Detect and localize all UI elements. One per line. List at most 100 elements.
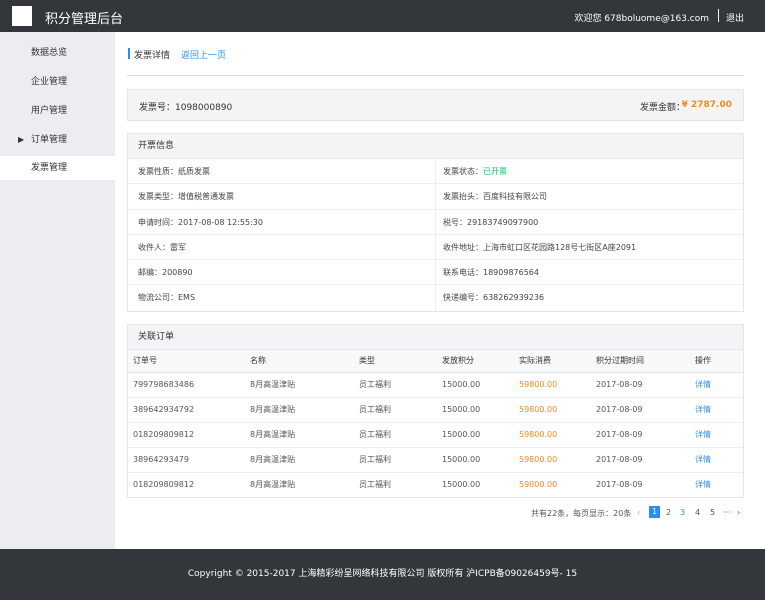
name-cell: 8月高温津贴 [245, 372, 354, 398]
sidebar-item-companies[interactable]: 企业管理 [0, 70, 115, 94]
spend-cell: 59800.00 [519, 480, 558, 490]
header-divider [718, 9, 719, 22]
logout-link[interactable]: 退出 [726, 11, 744, 24]
info-field: 收件人：雷军 [138, 242, 186, 252]
info-field: 邮编：200890 [138, 268, 193, 278]
table-row: 389642934792 8月高温津贴 员工福利 15000.00 59800.00 20… [128, 397, 743, 423]
page-1-button[interactable]: 1 [649, 506, 660, 518]
points-cell: 15000.00 [442, 480, 481, 490]
detail-link[interactable]: 详情 [690, 422, 743, 448]
status-value: 已开票 [483, 167, 507, 176]
sidebar-item-invoices[interactable]: 发票管理 [0, 156, 115, 180]
pagination-summary: 共有22条，每页显示：20条 [531, 509, 632, 518]
column-header: 名称 [245, 350, 354, 373]
order-id-cell: 389642934792 [128, 397, 245, 423]
info-field: 收件地址：上海市虹口区花园路128号七街区A座2091 [443, 242, 637, 252]
info-field: 税号：29183749097900 [443, 217, 539, 227]
invoice-number: 发票号：1098000890 [139, 103, 233, 113]
page-4-button[interactable]: 4 [695, 508, 700, 517]
spend-cell: 59800.00 [514, 397, 591, 423]
welcome-text: 欢迎您 678boluome@163.com [574, 14, 709, 24]
type-cell: 员工福利 [359, 480, 391, 490]
detail-link[interactable]: 详情 [690, 447, 743, 473]
points-cell: 15000.00 [437, 447, 514, 473]
pagination-ellipsis: ··· [723, 508, 731, 517]
column-divider [435, 285, 436, 311]
breadcrumb-marker [128, 48, 130, 59]
info-row: 物流公司：EMS 快递编号：638262939236 [128, 285, 743, 311]
table-row: 018209809812 8月高温津贴 员工福利 15000.00 59800.00 20… [128, 422, 743, 448]
logo [12, 6, 32, 26]
info-field: 物流公司：EMS [138, 293, 196, 303]
points-cell: 15000.00 [437, 372, 514, 398]
column-header: 订单号 [128, 350, 245, 373]
table-row: 799798683486 8月高温津贴 员工福利 15000.00 59800.00 20… [128, 372, 743, 398]
order-id-cell: 018209809812 [128, 422, 245, 448]
caret-right-icon: ▶ [18, 135, 25, 144]
type-cell: 员工福利 [354, 372, 437, 398]
main-content: 发票详情 返回上一页 发票号：1098000890 发票金额： ¥ 2787.0… [115, 32, 765, 549]
invoice-amount: ¥ 2787.00 [681, 100, 732, 110]
invoice-amount-label: 发票金额： [639, 103, 685, 113]
top-bar: 积分管理后台 欢迎您 678boluome@163.com 退出 [0, 0, 765, 32]
sidebar-item-orders[interactable]: ▶ 订单管理 [0, 128, 115, 152]
column-divider [435, 184, 436, 209]
info-field: 发票抬头：百度科技有限公司 [443, 192, 547, 202]
expiry-cell: 2017-08-09 [591, 372, 690, 398]
footer: Copyright © 2015-2017 上海精彩纷呈网络科技有限公司 版权所… [0, 549, 765, 600]
sidebar-item-overview[interactable]: 数据总览 [0, 41, 115, 65]
info-field: 联系电话：18909876564 [443, 268, 539, 278]
back-link[interactable]: 返回上一页 [181, 48, 226, 61]
table-row: 38964293479 8月高温津贴 员工福利 15000.00 59800.00 201… [128, 447, 743, 473]
sidebar-item-label: 订单管理 [31, 135, 68, 145]
orders-table: 订单号 名称 类型 发放积分 实际消费 积分过期时间 操作 7997986834… [128, 350, 743, 497]
sidebar: 数据总览 企业管理 用户管理 ▶ 订单管理 发票管理 [0, 32, 115, 549]
page-5-button[interactable]: 5 [710, 508, 715, 517]
sidebar-item-users[interactable]: 用户管理 [0, 99, 115, 123]
expiry-cell: 2017-08-09 [591, 422, 690, 448]
column-header: 操作 [690, 350, 743, 373]
info-label: 发票状态： [443, 167, 483, 176]
expiry-cell: 2017-08-09 [596, 480, 643, 490]
column-divider [435, 234, 436, 260]
info-field: 发票状态：已开票 [443, 159, 507, 184]
order-id-cell: 38964293479 [128, 447, 245, 473]
column-divider [435, 159, 436, 184]
related-orders-panel: 关联订单 订单号 名称 类型 发放积分 实际消费 积分过期时间 操作 79979… [127, 324, 744, 498]
prev-page-button[interactable]: ‹ [637, 508, 640, 517]
copyright-text: Copyright © 2015-2017 上海精彩纷呈网络科技有限公司 版权所… [187, 569, 578, 579]
info-row: 发票类型：增值税普通发票 发票抬头：百度科技有限公司 [128, 184, 743, 210]
next-page-button[interactable]: › [737, 508, 740, 517]
type-cell: 员工福利 [354, 397, 437, 423]
app-title: 积分管理后台 [45, 12, 124, 27]
detail-link[interactable]: 详情 [690, 397, 743, 423]
name-cell: 8月高温津贴 [245, 397, 354, 423]
panel-title: 开票信息 [128, 134, 743, 159]
spend-cell: 59800.00 [514, 422, 591, 448]
name-cell: 8月高温津贴 [245, 422, 354, 448]
expiry-cell: 2017-08-09 [591, 447, 690, 473]
info-row: 邮编：200890 联系电话：18909876564 [128, 260, 743, 286]
page-title: 发票详情 [134, 51, 171, 61]
table-row: 018209809812 8月高温津贴 员工福利 15000.00 59800.00 20… [128, 472, 743, 497]
column-header: 发放积分 [437, 350, 514, 373]
points-cell: 15000.00 [437, 397, 514, 423]
detail-link[interactable]: 详情 [690, 472, 743, 497]
info-field: 发票类型：增值税普通发票 [138, 192, 234, 202]
info-field: 申请时间：2017-08-08 12:55:30 [138, 217, 263, 227]
spend-cell: 59800.00 [514, 447, 591, 473]
page-2-button[interactable]: 2 [666, 508, 671, 517]
divider [127, 75, 744, 76]
name-cell: 8月高温津贴 [245, 447, 354, 473]
detail-link[interactable]: 详情 [690, 372, 743, 398]
invoice-summary: 发票号：1098000890 发票金额： ¥ 2787.00 [127, 89, 744, 121]
info-field: 快递编号：638262939236 [443, 293, 545, 303]
column-divider [435, 260, 436, 285]
column-divider [435, 209, 436, 234]
points-cell: 15000.00 [437, 422, 514, 448]
spend-cell: 59800.00 [514, 372, 591, 398]
page-3-button[interactable]: 3 [680, 508, 685, 517]
info-field: 发票性质：纸质发票 [138, 167, 210, 176]
column-header: 实际消费 [514, 350, 591, 373]
info-row: 申请时间：2017-08-08 12:55:30 税号：291837490979… [128, 209, 743, 235]
